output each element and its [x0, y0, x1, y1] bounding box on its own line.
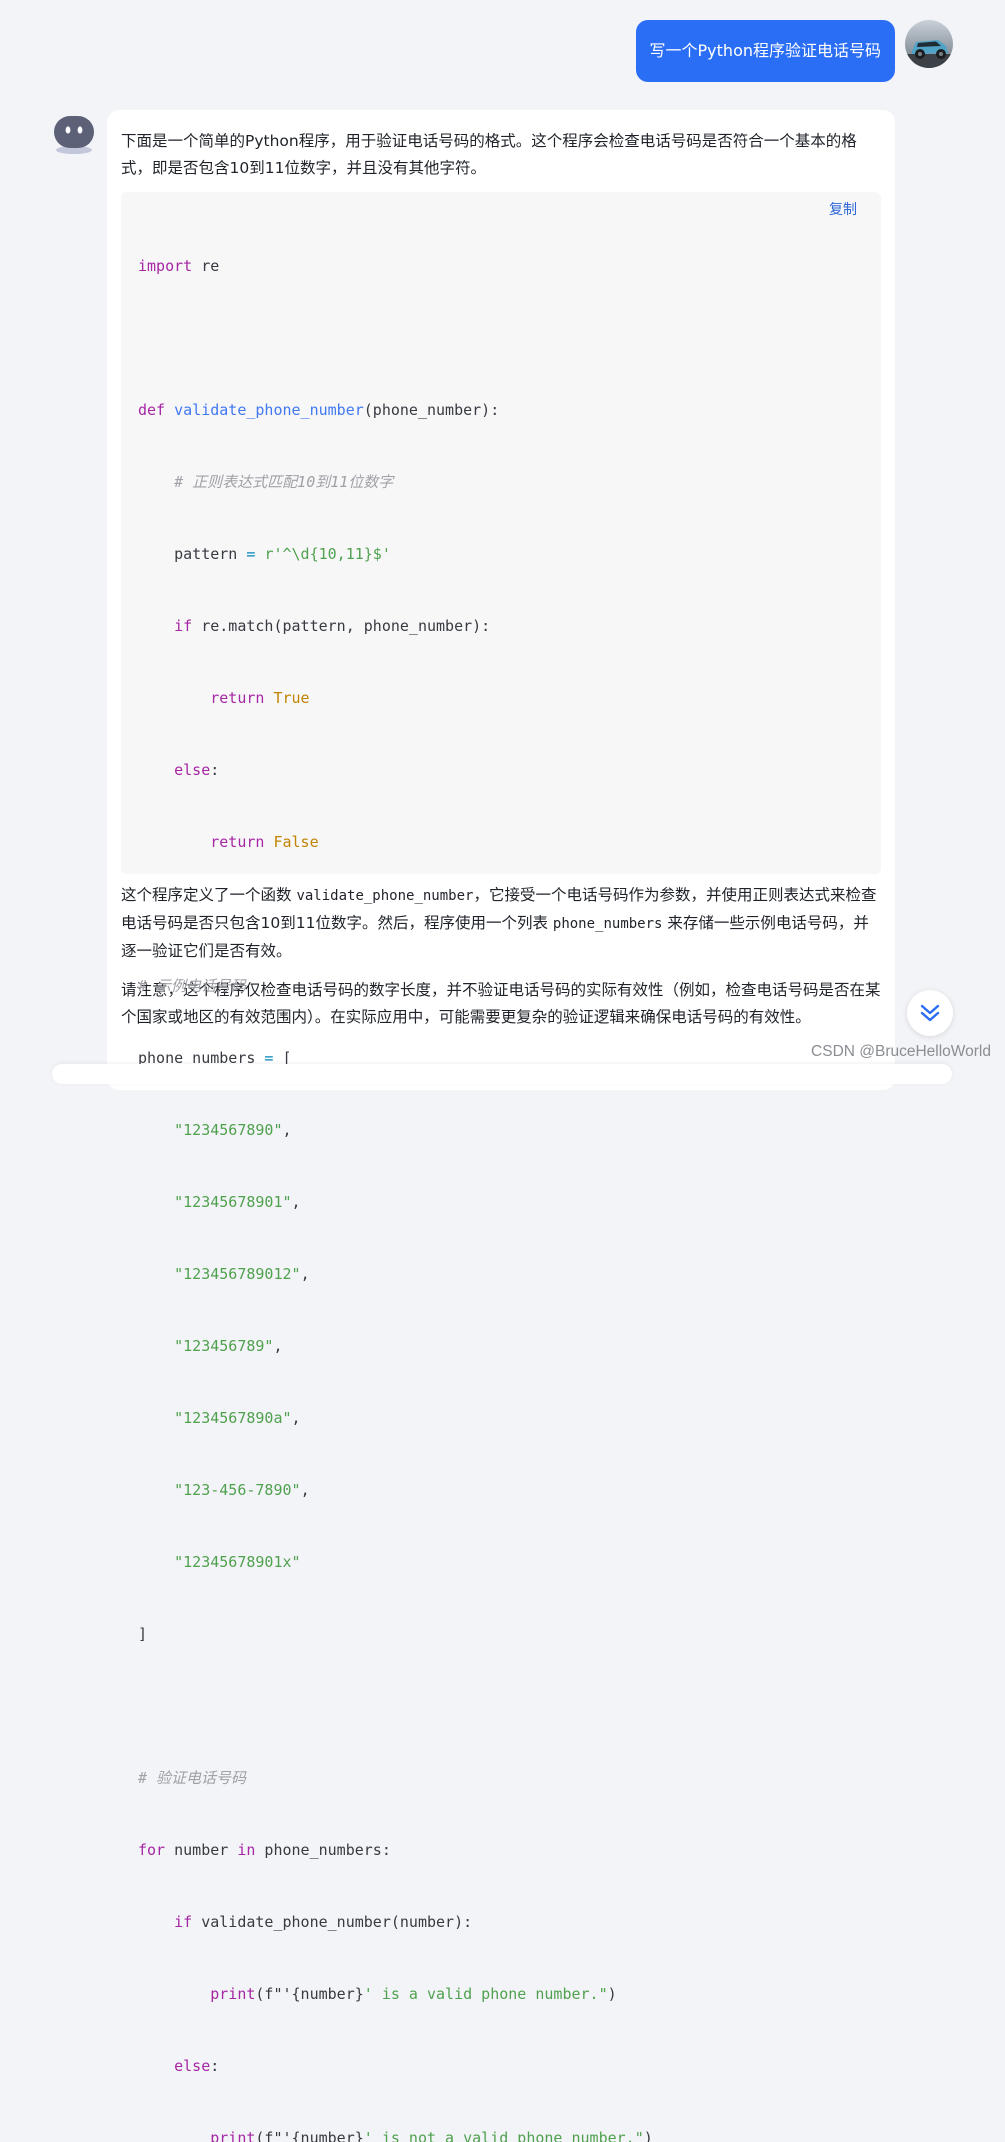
code-token: phone_numbers:	[255, 1841, 391, 1859]
code-token: in	[237, 1841, 256, 1859]
code-token: ,	[300, 1265, 310, 1283]
code-token: (f"'	[255, 1985, 292, 2003]
code-token: pattern	[174, 545, 238, 563]
input-bar-edge	[52, 1064, 952, 1084]
code-line: "1234567890",	[138, 1118, 881, 1142]
code-line: "12345678901",	[138, 1190, 881, 1214]
code-token: import	[138, 257, 193, 275]
code-line: for number in phone_numbers:	[138, 1838, 881, 1862]
code-line: print(f"'{number}' is a valid phone numb…	[138, 1982, 881, 2006]
code-token: for	[138, 1841, 166, 1859]
code-line: print(f"'{number}' is not a valid phone …	[138, 2126, 881, 2142]
watermark: CSDN @BruceHelloWorld	[811, 1043, 991, 1060]
code-token: )	[643, 2129, 653, 2142]
code-token: ,	[291, 1193, 301, 1211]
code-string: "12345678901"	[174, 1193, 292, 1211]
code-line: # 验证电话号码	[138, 1766, 881, 1790]
code-token: ,	[300, 1481, 310, 1499]
code-content: import re def validate_phone_number(phon…	[138, 206, 881, 2142]
code-line: return True	[138, 686, 881, 710]
code-token: {number}	[291, 1985, 364, 2003]
code-token: validate_phone_number(number):	[192, 1913, 473, 1931]
code-string: "1234567890"	[174, 1121, 283, 1139]
code-string: ' is a valid phone number."	[363, 1985, 608, 2003]
code-string: "123456789"	[174, 1337, 274, 1355]
code-line: def validate_phone_number(phone_number):	[138, 398, 881, 422]
code-line: "123-456-7890",	[138, 1478, 881, 1502]
code-token: ,	[273, 1337, 283, 1355]
code-token: else	[174, 761, 211, 779]
code-comment: # 验证电话号码	[138, 1769, 247, 1787]
code-token: number	[165, 1841, 238, 1859]
code-token: validate_phone_number	[174, 401, 364, 419]
user-message-bubble: 写一个Python程序验证电话号码	[635, 20, 895, 82]
code-line: if re.match(pattern, phone_number):	[138, 614, 881, 638]
scroll-to-bottom-button[interactable]	[907, 990, 953, 1036]
code-string: "123-456-7890"	[174, 1481, 301, 1499]
code-token: :	[210, 2057, 220, 2075]
code-line: "12345678901x"	[138, 1550, 881, 1574]
code-token: re.match(pattern, phone_number):	[192, 617, 491, 635]
code-token: if	[174, 617, 193, 635]
code-string: "12345678901x"	[174, 1553, 301, 1571]
code-block: 复制 import re def validate_phone_number(p…	[121, 192, 881, 2142]
code-token: =	[237, 545, 265, 563]
code-token: False	[273, 833, 319, 851]
code-token: :	[210, 761, 220, 779]
code-token: if	[174, 1913, 193, 1931]
code-token: ]	[138, 1625, 148, 1643]
car-avatar-icon[interactable]	[905, 20, 953, 68]
code-line: ]	[138, 1622, 881, 1646]
code-token: {number}	[291, 2129, 364, 2142]
copy-button[interactable]: 复制	[829, 201, 857, 219]
code-token: (f"'	[255, 2129, 292, 2142]
code-comment: # 示例电话号码	[138, 977, 247, 995]
code-token: def	[138, 401, 166, 419]
code-line: "123456789012",	[138, 1262, 881, 1286]
code-token: print	[210, 2129, 256, 2142]
code-token: (phone_number):	[363, 401, 500, 419]
user-message-row: 写一个Python程序验证电话号码	[635, 20, 953, 82]
code-string: "1234567890a"	[174, 1409, 292, 1427]
code-line: "1234567890a",	[138, 1406, 881, 1430]
code-token: True	[273, 689, 310, 707]
code-line: else:	[138, 2054, 881, 2078]
code-line: "123456789",	[138, 1334, 881, 1358]
code-string: ' is not a valid phone number."	[363, 2129, 644, 2142]
code-token: re	[192, 257, 220, 275]
code-comment: # 正则表达式匹配10到11位数字	[174, 473, 394, 491]
code-line: pattern = r'^\d{10,11}$'	[138, 542, 881, 566]
code-token: else	[174, 2057, 211, 2075]
code-token: return	[210, 833, 265, 851]
assistant-message-bubble: 下面是一个简单的Python程序，用于验证电话号码的格式。这个程序会检查电话号码…	[107, 110, 895, 2142]
code-token: ,	[291, 1409, 301, 1427]
code-line: else:	[138, 758, 881, 782]
code-token: return	[210, 689, 265, 707]
code-line: if validate_phone_number(number):	[138, 1910, 881, 1934]
code-token: print	[210, 1985, 256, 2003]
code-line: import re	[138, 254, 881, 278]
code-token: )	[607, 1985, 617, 2003]
robot-avatar-icon	[52, 112, 96, 156]
intro-paragraph: 下面是一个简单的Python程序，用于验证电话号码的格式。这个程序会检查电话号码…	[121, 132, 857, 177]
double-chevron-down-icon	[920, 1004, 940, 1022]
code-string: r'^\d{10,11}$'	[264, 545, 391, 563]
code-string: "123456789012"	[174, 1265, 301, 1283]
code-line: # 示例电话号码	[138, 974, 881, 998]
code-line: return False	[138, 830, 881, 854]
code-line: # 正则表达式匹配10到11位数字	[138, 470, 881, 494]
code-token: ,	[282, 1121, 292, 1139]
